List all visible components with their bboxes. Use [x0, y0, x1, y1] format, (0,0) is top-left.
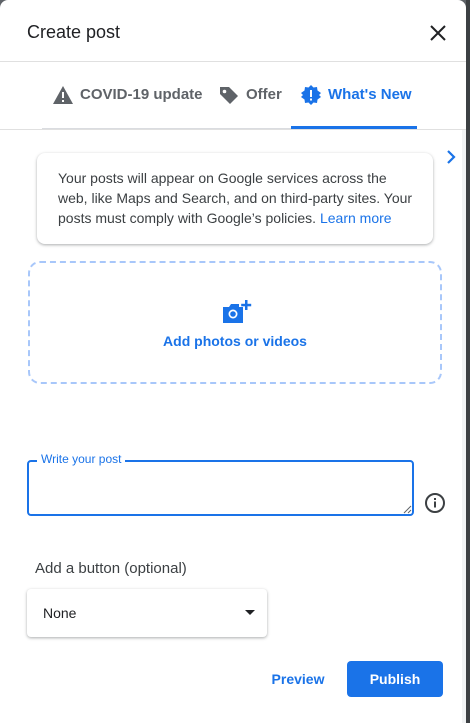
- dialog-title: Create post: [27, 22, 121, 42]
- tab-label: COVID-19 update: [80, 86, 203, 103]
- warning-icon: [53, 86, 73, 104]
- write-post-field[interactable]: [27, 460, 414, 516]
- background-page: [466, 0, 470, 723]
- close-icon[interactable]: [428, 23, 448, 43]
- tab-offer[interactable]: Offer: [218, 86, 282, 130]
- tab-label: What's New: [328, 86, 412, 103]
- add-media-label: Add photos or videos: [163, 333, 307, 349]
- post-type-tabs: COVID-19 update Offer What's New: [0, 62, 466, 164]
- add-media-dropzone[interactable]: Add photos or videos: [28, 261, 442, 384]
- tag-icon: [220, 87, 238, 104]
- tab-label: Offer: [246, 86, 282, 103]
- info-icon[interactable]: [424, 492, 446, 514]
- publish-button[interactable]: Publish: [347, 661, 443, 697]
- button-type-select[interactable]: None: [27, 589, 267, 637]
- tabs-divider: [42, 128, 291, 129]
- preview-button[interactable]: Preview: [262, 661, 334, 697]
- active-tab-indicator: [291, 126, 417, 129]
- add-button-label: Add a button (optional): [35, 560, 187, 577]
- add-photo-icon: [223, 300, 252, 323]
- new-badge-icon: [301, 85, 321, 105]
- dialog-header: Create post: [0, 0, 466, 62]
- post-textarea[interactable]: [29, 462, 412, 514]
- select-value: None: [43, 605, 77, 621]
- dropdown-caret-icon: [245, 610, 255, 615]
- learn-more-link[interactable]: Learn more: [320, 210, 392, 226]
- tab-whats-new[interactable]: What's New: [300, 85, 412, 130]
- policy-notice: Your posts will appear on Google service…: [37, 153, 433, 244]
- chevron-right-icon[interactable]: [442, 148, 460, 166]
- create-post-dialog: Create post COVID-19 update Offer What's…: [0, 0, 466, 723]
- resize-handle-icon[interactable]: [403, 505, 412, 514]
- post-field-label: Write your post: [37, 452, 126, 466]
- tab-covid-update[interactable]: COVID-19 update: [52, 86, 203, 130]
